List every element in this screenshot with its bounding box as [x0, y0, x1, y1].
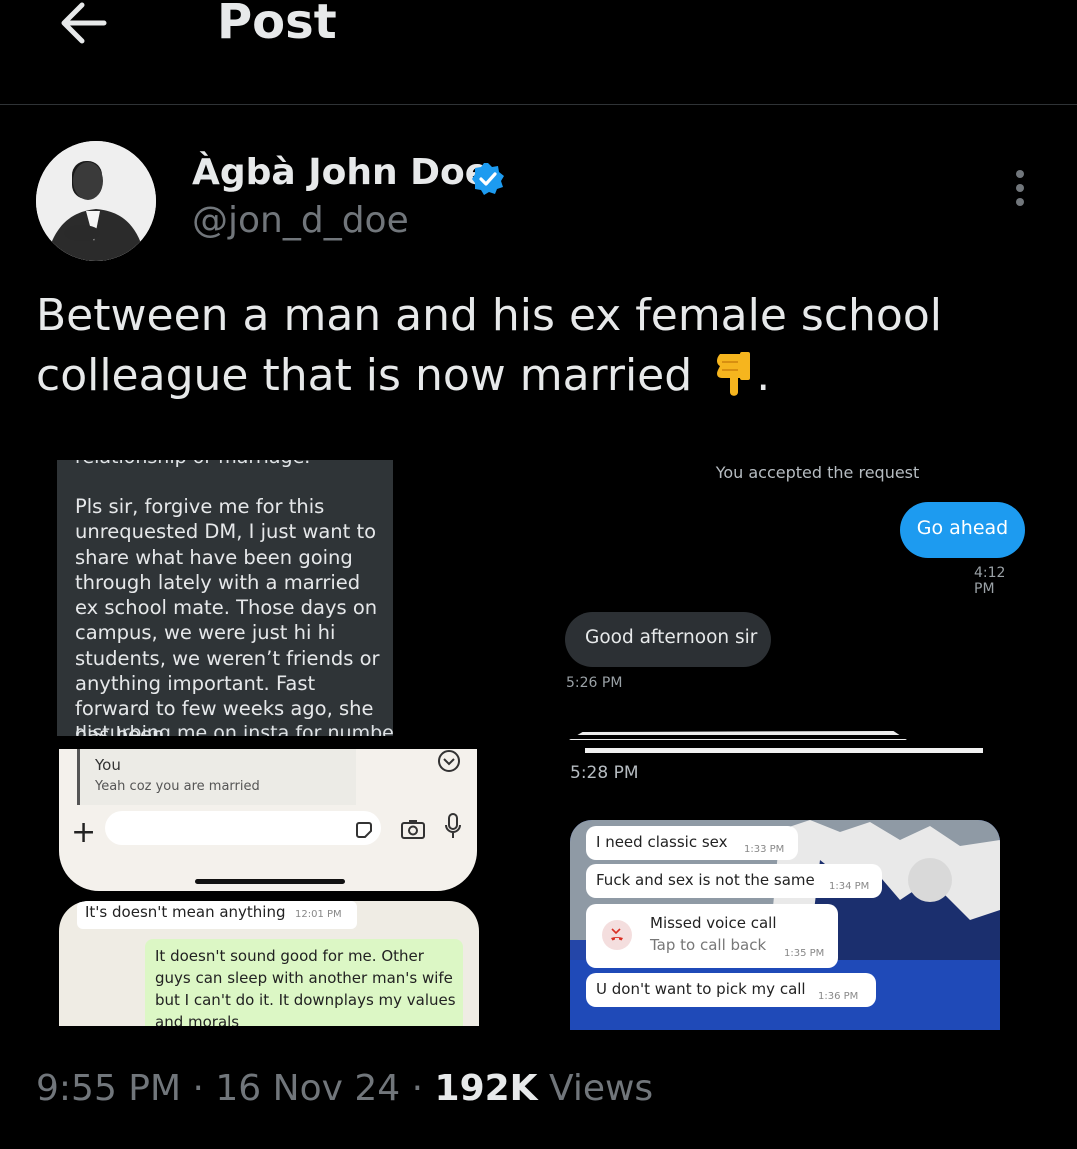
missed-call-bubble: Missed voice call Tap to call back 1:35 …	[586, 904, 838, 968]
back-arrow-icon[interactable]	[58, 0, 112, 50]
top-bar: Post	[0, 0, 1077, 105]
missed-call-title: Missed voice call	[650, 914, 777, 932]
post-date[interactable]: 16 Nov 24	[215, 1068, 400, 1109]
received-time: 5:26 PM	[566, 675, 623, 691]
request-accepted-notice: You accepted the request	[715, 463, 920, 482]
received-bubble: Good afternoon sir	[565, 612, 771, 667]
dm-screenshot: relationship or marriage. Pls sir, forgi…	[57, 460, 393, 736]
sent-text: Go ahead	[916, 517, 1009, 539]
post-text-content: Between a man and his ex female school c…	[36, 290, 942, 401]
sent-bubble: Go ahead	[900, 502, 1025, 558]
whatsapp-screenshot-bottom: It's doesn't mean anything 12:01 PM It d…	[59, 901, 479, 1026]
sent-time: 4:12 PM	[974, 565, 1006, 597]
chat-time: 1:35 PM	[784, 948, 825, 959]
avatar[interactable]	[36, 141, 156, 261]
outgoing-bubble: It doesn't sound good for me. Other guys…	[145, 939, 463, 1026]
plus-icon: +	[71, 815, 97, 850]
timestamp: 5:28 PM	[570, 763, 639, 783]
chat-time: 1:36 PM	[818, 991, 859, 1002]
home-indicator	[195, 879, 345, 884]
post-time[interactable]: 9:55 PM	[36, 1068, 181, 1109]
incoming-bubble: It's doesn't mean anything 12:01 PM	[77, 901, 357, 929]
chat-bubble: Fuck and sex is not the same 1:34 PM	[586, 864, 882, 898]
camera-icon	[401, 819, 425, 839]
cropped-image-strip-2	[585, 748, 983, 753]
chat-text: Fuck and sex is not the same	[596, 871, 815, 889]
sticker-icon	[355, 821, 373, 839]
dm-cut-text-bottom: disturbing me on insta for number	[75, 722, 393, 736]
chat-bubble: U don't want to pick my call 1:36 PM	[586, 973, 876, 1007]
chevron-down-icon	[437, 749, 461, 773]
message-input	[105, 811, 381, 845]
whatsapp-screenshot-top: You Yeah coz you are married +	[59, 749, 477, 891]
reply-quote: Yeah coz you are married	[95, 779, 260, 794]
chat-bubble: I need classic sex 1:33 PM	[586, 826, 798, 860]
separator: ·	[400, 1068, 435, 1109]
outgoing-text: It doesn't sound good for me. Other guys…	[155, 947, 456, 1026]
page-title: Post	[217, 0, 337, 50]
missed-call-icon	[602, 920, 632, 950]
reply-sender: You	[95, 756, 121, 774]
post-image-right[interactable]: You accepted the request Go ahead 4:12 P…	[565, 455, 1030, 1030]
reply-preview: You Yeah coz you are married	[77, 749, 356, 805]
chat-screenshot: I need classic sex 1:33 PM Fuck and sex …	[570, 820, 1000, 1030]
chat-time: 1:33 PM	[744, 844, 785, 855]
post-text-trailing: .	[756, 350, 771, 401]
author-name[interactable]: Àgbà John Doe	[192, 152, 489, 193]
pointing-down-emoji-icon	[712, 350, 756, 400]
divider	[565, 735, 1030, 739]
views-count[interactable]: 192K	[435, 1068, 538, 1109]
chat-time: 1:34 PM	[829, 881, 870, 892]
post-metadata: 9:55 PM · 16 Nov 24 · 192K Views	[36, 1068, 653, 1109]
verified-badge-icon	[471, 162, 505, 196]
separator: ·	[181, 1068, 216, 1109]
more-options-icon[interactable]	[1002, 168, 1038, 212]
author-handle[interactable]: @jon_d_doe	[192, 200, 409, 241]
microphone-icon	[445, 813, 461, 839]
views-label: Views	[537, 1068, 654, 1109]
incoming-text: It's doesn't mean anything	[85, 903, 286, 921]
chat-text: U don't want to pick my call	[596, 980, 806, 998]
dm-cut-text-top: relationship or marriage.	[75, 460, 310, 468]
post-image-left[interactable]: relationship or marriage. Pls sir, forgi…	[57, 460, 481, 1026]
missed-call-subtitle: Tap to call back	[650, 936, 767, 954]
received-text: Good afternoon sir	[585, 627, 758, 648]
post-text: Between a man and his ex female school c…	[36, 286, 1036, 406]
chat-text: I need classic sex	[596, 833, 728, 851]
dm-message-text: Pls sir, forgive me for this unrequested…	[75, 495, 380, 736]
incoming-time: 12:01 PM	[295, 909, 342, 920]
